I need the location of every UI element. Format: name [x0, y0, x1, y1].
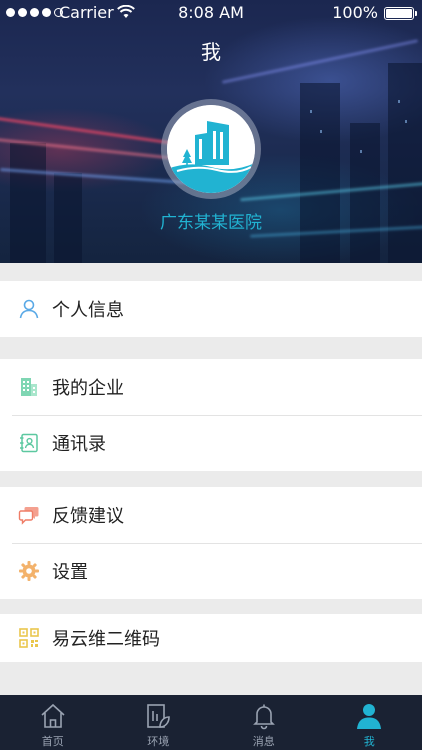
bottom-tab-bar: 首页 环境 消息 我: [0, 695, 422, 750]
background-building: [10, 143, 46, 263]
qr-code-icon: [18, 627, 40, 649]
organization-name: 广东某某医院: [160, 213, 262, 233]
tab-label: 消息: [252, 735, 275, 748]
tab-label: 环境: [147, 735, 170, 748]
profile-header: Carrier 8:08 AM 100% 我 广东某某医院: [0, 0, 422, 263]
organization-logo: [167, 105, 255, 193]
menu-group-profile: 个人信息: [0, 281, 422, 337]
page-title: 我: [201, 40, 221, 64]
menu-item-my-enterprise[interactable]: 我的企业: [0, 359, 422, 415]
tab-environment[interactable]: 环境: [106, 695, 212, 750]
menu-item-settings[interactable]: 设置: [0, 543, 422, 599]
tab-home[interactable]: 首页: [0, 695, 106, 750]
menu-item-label: 个人信息: [52, 300, 124, 321]
organization-avatar[interactable]: [161, 99, 261, 199]
menu-group-organization: 我的企业 通讯录: [0, 359, 422, 471]
menu-item-label: 设置: [52, 562, 88, 583]
building-logo-icon: [167, 105, 255, 193]
status-bar: Carrier 8:08 AM 100%: [0, 0, 422, 26]
menu-item-qr-code[interactable]: 易云维二维码: [0, 614, 422, 662]
tab-messages[interactable]: 消息: [211, 695, 317, 750]
tab-me[interactable]: 我: [317, 695, 422, 750]
battery-icon: [384, 7, 417, 20]
menu-group-settings: 反馈建议 设置: [0, 487, 422, 599]
menu-group-qr: 易云维二维码: [0, 614, 422, 662]
menu-item-feedback[interactable]: 反馈建议: [0, 487, 422, 543]
battery-percentage: 100%: [332, 3, 378, 22]
contacts-icon: [18, 432, 40, 454]
tab-label: 我: [363, 735, 375, 748]
environment-icon: [143, 701, 173, 731]
menu-item-label: 易云维二维码: [52, 629, 160, 650]
home-icon: [38, 701, 68, 731]
menu-item-label: 通讯录: [52, 434, 106, 455]
menu-item-personal-info[interactable]: 个人信息: [0, 281, 422, 337]
gear-icon: [18, 560, 40, 582]
building-icon: [18, 376, 40, 398]
background-building: [350, 123, 380, 263]
menu-item-label: 我的企业: [52, 378, 124, 399]
profile-icon: [354, 701, 384, 731]
background-building: [300, 83, 340, 263]
feedback-icon: [18, 504, 40, 526]
bell-icon: [249, 701, 279, 731]
menu-item-contacts[interactable]: 通讯录: [0, 415, 422, 471]
menu-item-label: 反馈建议: [52, 506, 124, 527]
background-building: [388, 63, 422, 263]
tab-label: 首页: [41, 735, 64, 748]
user-icon: [18, 298, 40, 320]
